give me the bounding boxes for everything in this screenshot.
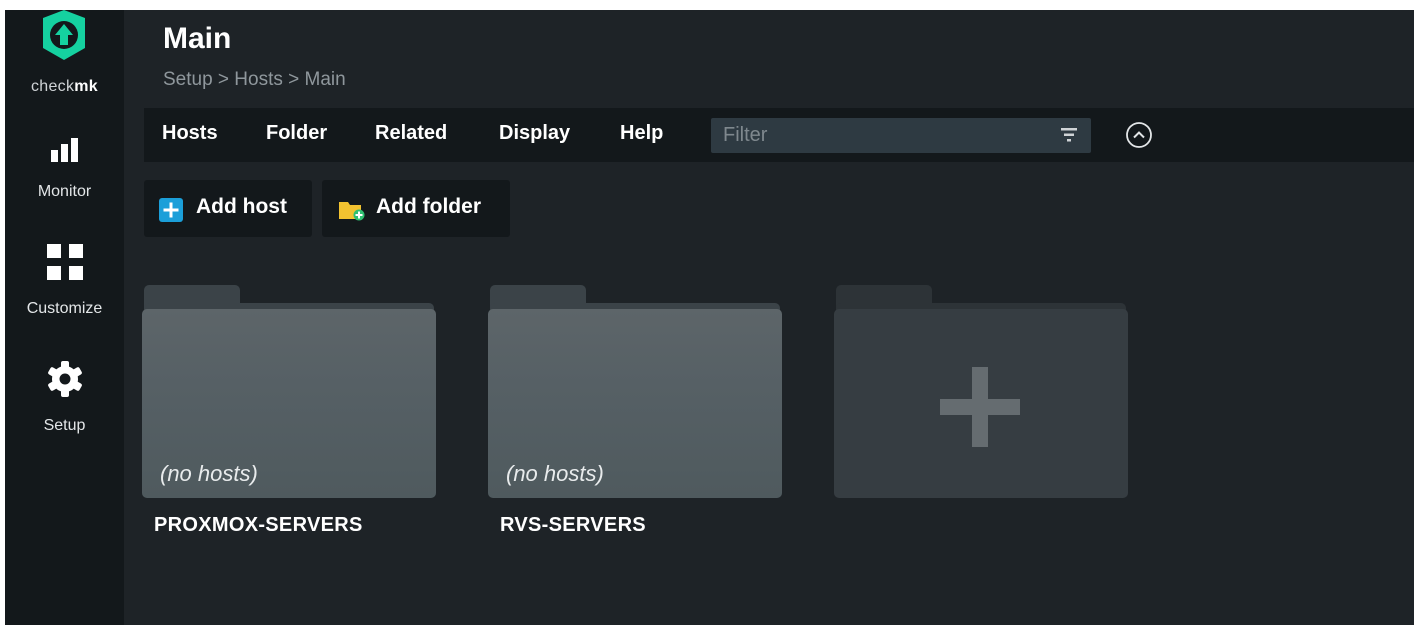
folder-name[interactable]: PROXMOX-SERVERS bbox=[154, 514, 363, 537]
add-host-label: Add host bbox=[196, 195, 287, 218]
sidebar: checkmk Monitor Customize Setup bbox=[5, 10, 124, 625]
grid-icon bbox=[5, 244, 124, 280]
add-folder-label: Add folder bbox=[376, 195, 481, 218]
sidebar-item-customize[interactable]: Customize bbox=[5, 240, 124, 325]
add-host-button[interactable]: Add host bbox=[144, 180, 312, 237]
menu-folder[interactable]: Folder bbox=[266, 122, 327, 145]
menu-related[interactable]: Related bbox=[375, 122, 447, 145]
menu-display[interactable]: Display bbox=[499, 122, 570, 145]
filter-icon[interactable] bbox=[1061, 128, 1077, 147]
sidebar-item-setup[interactable]: Setup bbox=[5, 358, 124, 443]
checkmk-logo-icon bbox=[43, 10, 85, 60]
checkmk-logo[interactable]: checkmk bbox=[5, 10, 124, 100]
app-window: checkmk Monitor Customize Setup Main Set… bbox=[5, 10, 1414, 625]
logo-text: checkmk bbox=[30, 78, 99, 95]
breadcrumb[interactable]: Setup > Hosts > Main bbox=[163, 69, 346, 91]
sidebar-item-monitor[interactable]: Monitor bbox=[5, 128, 124, 208]
add-folder-button[interactable]: Add folder bbox=[322, 180, 510, 237]
bar-chart-icon bbox=[5, 138, 124, 162]
gear-icon bbox=[5, 360, 124, 398]
filter-box bbox=[711, 118, 1091, 153]
page-title: Main bbox=[163, 22, 232, 55]
collapse-menu-icon[interactable] bbox=[1125, 121, 1153, 154]
main-content: Main Setup > Hosts > Main Hosts Folder R… bbox=[124, 10, 1414, 625]
sidebar-item-label: Monitor bbox=[37, 183, 92, 200]
sidebar-item-label: Setup bbox=[43, 417, 86, 434]
plus-icon bbox=[940, 367, 1020, 452]
add-host-icon bbox=[159, 198, 183, 227]
filter-input[interactable] bbox=[711, 118, 1051, 153]
folder-name[interactable]: RVS-SERVERS bbox=[500, 514, 646, 537]
sidebar-item-label: Customize bbox=[26, 300, 103, 317]
page-menubar: Hosts Folder Related Display Help bbox=[144, 108, 1414, 162]
folder-host-count: (no hosts) bbox=[506, 461, 604, 486]
menu-hosts[interactable]: Hosts bbox=[162, 122, 218, 145]
menu-help[interactable]: Help bbox=[620, 122, 663, 145]
folder-host-count: (no hosts) bbox=[160, 461, 258, 486]
add-folder-icon bbox=[338, 198, 366, 227]
